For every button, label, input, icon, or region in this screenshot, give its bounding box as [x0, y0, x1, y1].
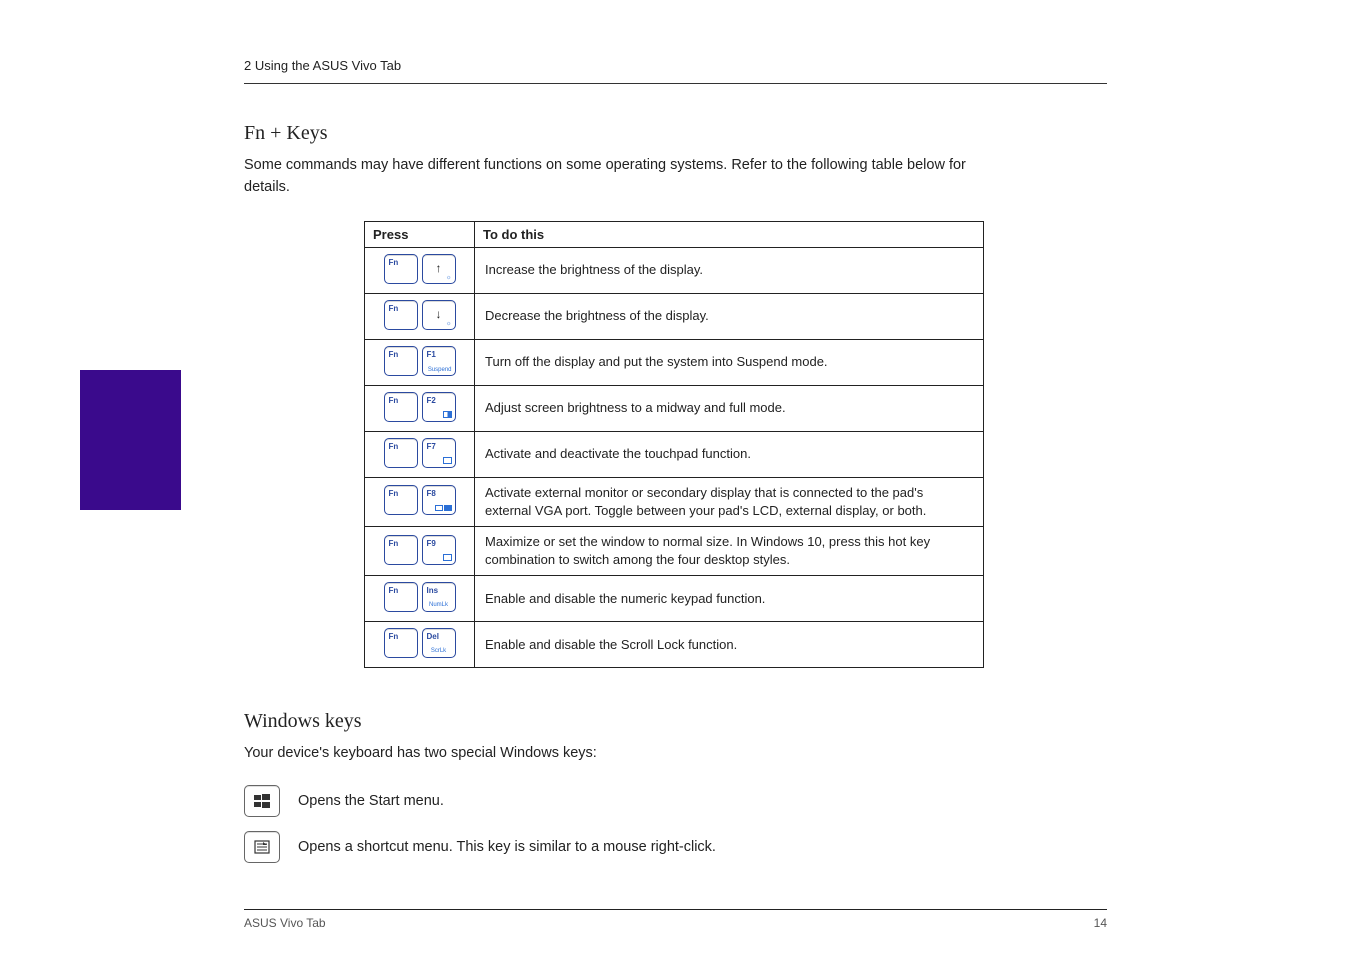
footer: ASUS Vivo Tab 14 [244, 916, 1107, 930]
menu-key-desc: Opens a shortcut menu. This key is simil… [298, 839, 716, 855]
table-row: Fn ↓☼ Decrease the brightness of the dis… [365, 293, 984, 339]
f1-key-icon: F1Suspend [422, 346, 456, 376]
fn-key-icon: Fn [384, 254, 418, 284]
f9-key-icon: F9 [422, 535, 456, 565]
fn-key-icon: Fn [384, 582, 418, 612]
arrow-down-key-icon: ↓☼ [422, 300, 456, 330]
table-cell-desc: Decrease the brightness of the display. [475, 293, 984, 339]
table-row: Fn DelScrLk Enable and disable the Scrol… [365, 622, 984, 668]
windows-keys-heading: Windows keys [244, 710, 1107, 733]
table-row: Fn F1Suspend Turn off the display and pu… [365, 339, 984, 385]
fn-keys-table: Press To do this Fn ↑☼ Increase the brig… [364, 221, 984, 669]
table-header-press: Press [365, 221, 475, 247]
table-row: Fn F9 Maximize or set the window to norm… [365, 526, 984, 575]
page-content: 2 Using the ASUS Vivo Tab Fn + Keys Some… [244, 58, 1107, 930]
fn-keys-heading: Fn + Keys [244, 122, 1107, 145]
table-cell-desc: Activate and deactivate the touchpad fun… [475, 431, 984, 477]
table-cell-desc: Adjust screen brightness to a midway and… [475, 385, 984, 431]
table-cell-desc: Maximize or set the window to normal siz… [475, 526, 984, 575]
footer-rule [244, 909, 1107, 910]
table-cell-desc: Increase the brightness of the display. [475, 247, 984, 293]
table-cell-desc: Enable and disable the numeric keypad fu… [475, 576, 984, 622]
windows-key-desc: Opens the Start menu. [298, 793, 444, 809]
table-row: Fn InsNumLk Enable and disable the numer… [365, 576, 984, 622]
table-row: Fn F2 Adjust screen brightness to a midw… [365, 385, 984, 431]
windows-logo-key-icon [244, 785, 280, 817]
fn-key-icon: Fn [384, 392, 418, 422]
fn-key-icon: Fn [384, 628, 418, 658]
footer-left: ASUS Vivo Tab [244, 916, 326, 930]
fn-key-icon: Fn [384, 485, 418, 515]
menu-key-row: Opens a shortcut menu. This key is simil… [244, 831, 1107, 863]
fn-key-icon: Fn [384, 438, 418, 468]
fn-key-icon: Fn [384, 346, 418, 376]
footer-page-number: 14 [1094, 916, 1107, 930]
menu-key-icon [244, 831, 280, 863]
f7-key-icon: F7 [422, 438, 456, 468]
fn-keys-paragraph: Some commands may have different functio… [244, 155, 974, 199]
table-cell-desc: Enable and disable the Scroll Lock funct… [475, 622, 984, 668]
table-header-desc: To do this [475, 221, 984, 247]
ins-key-icon: InsNumLk [422, 582, 456, 612]
sidebar-tab [80, 370, 181, 510]
table-row: Fn F7 Activate and deactivate the touchp… [365, 431, 984, 477]
table-cell-desc: Activate external monitor or secondary d… [475, 477, 984, 526]
table-row: Fn F8 Activate external monitor or secon… [365, 477, 984, 526]
fn-key-icon: Fn [384, 535, 418, 565]
header-rule [244, 83, 1107, 84]
del-key-icon: DelScrLk [422, 628, 456, 658]
arrow-up-key-icon: ↑☼ [422, 254, 456, 284]
f2-key-icon: F2 [422, 392, 456, 422]
table-row: Fn ↑☼ Increase the brightness of the dis… [365, 247, 984, 293]
f8-key-icon: F8 [422, 485, 456, 515]
header-section: 2 Using the ASUS Vivo Tab [244, 58, 1107, 73]
table-cell-desc: Turn off the display and put the system … [475, 339, 984, 385]
fn-key-icon: Fn [384, 300, 418, 330]
windows-key-row: Opens the Start menu. [244, 785, 1107, 817]
windows-keys-paragraph: Your device's keyboard has two special W… [244, 743, 974, 765]
